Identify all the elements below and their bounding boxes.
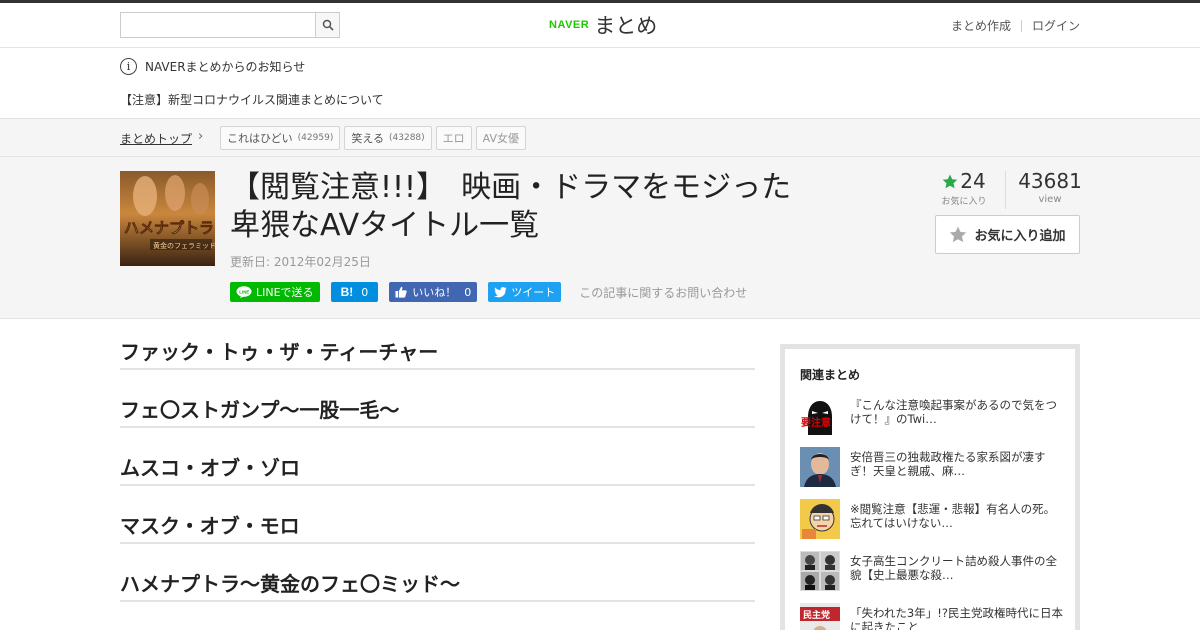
create-matome-link[interactable]: まとめ作成 [951, 17, 1011, 34]
star-outline-icon [950, 226, 967, 243]
tag-list: これはひどい (42959) 笑える (43288) エロ AV女優 [220, 126, 527, 150]
hatena-count: 0 [361, 285, 369, 299]
thumbnail-subtitle: 黄金のフェラミッド [153, 241, 215, 250]
heading-text: ハメナプトラ～黄金のフェ〇ミッド～ [120, 572, 755, 602]
tag-label: AV女優 [482, 132, 520, 145]
heading-text: ムスコ・オブ・ゾロ [120, 456, 755, 486]
heading-text: フェ〇ストガンプ～一股一毛～ [120, 398, 755, 428]
tag-korehahidoi[interactable]: これはひどい (42959) [220, 126, 341, 150]
related-title: 「失われた3年」!?民主党政権時代に日本に起きたこと [850, 606, 1063, 630]
tag-label: これはひどい [227, 132, 293, 145]
search-input[interactable] [121, 13, 316, 37]
sidebar-title: 関連まとめ [800, 368, 861, 382]
section-heading: フェ〇ストガンプ～一股一毛～ [120, 398, 755, 456]
favorites-label: お気に入り [941, 197, 987, 207]
tag-av-joyu[interactable]: AV女優 [475, 126, 527, 150]
heading-text: ファック・トゥ・ザ・ティーチャー [120, 340, 755, 370]
breadcrumb: まとめトップ › これはひどい (42959) 笑える (43288) エロ AV女… [0, 119, 1200, 157]
hatena-bookmark-button[interactable]: B! 0 [330, 282, 379, 302]
notice-header: i NAVERまとめからのお知らせ [120, 58, 305, 75]
views-stat: 43681 view [1014, 169, 1086, 205]
contact-link[interactable]: この記事に関するお問い合わせ [579, 284, 747, 301]
logo-brand: NAVER [549, 19, 590, 31]
stats-divider [1005, 171, 1006, 209]
star-icon [942, 174, 958, 188]
related-item[interactable]: 安倍晋三の独裁政権たる家系図が凄すぎ！天皇と親戚、麻… [800, 447, 1065, 489]
related-title: 『こんな注意喚起事案があるので気をつけて！』のTwi… [850, 398, 1057, 426]
related-title: 安倍晋三の独裁政権たる家系図が凄すぎ！天皇と親戚、麻… [850, 450, 1046, 478]
updated-date: 更新日: 2012年02月25日 [230, 255, 371, 269]
article-header-band: まとめトップ › これはひどい (42959) 笑える (43288) エロ AV女… [0, 118, 1200, 319]
line-share-label: LINEで送る [256, 286, 314, 299]
favorites-stat: 24 お気に入り [939, 169, 989, 207]
page-title: 【閲覧注意!!!】 映画・ドラマをモジった 卑猥なAVタイトル一覧 [230, 169, 870, 245]
title-line-1: 【閲覧注意!!!】 映画・ドラマをモジった [230, 170, 792, 205]
notice-title: NAVERまとめからのお知らせ [145, 60, 306, 74]
search-button[interactable] [315, 13, 339, 37]
notice-section: i NAVERまとめからのお知らせ 【注意】新型コロナウイルス関連まとめについて [0, 48, 1200, 118]
warning-badge: 要注意 [801, 416, 831, 429]
section-heading: ムスコ・オブ・ゾロ [120, 456, 755, 514]
party-badge: 民主党 [803, 609, 830, 621]
related-item[interactable]: 民主党 「失われた3年」!?民主党政権時代に日本に起きたこと [800, 603, 1065, 630]
related-matome-sidebar: 関連まとめ 要注意 『こんな注意喚起事案があるので気をつけて！』のTwi… 安倍… [780, 344, 1080, 630]
section-heading: ファック・トゥ・ザ・ティーチャー [120, 340, 755, 398]
section-heading: マスク・オブ・モロ [120, 514, 755, 572]
related-item[interactable]: ※閲覧注意【悲運・悲報】有名人の死。忘れてはいけない… [800, 499, 1065, 541]
header-nav: まとめ作成 ログイン [951, 17, 1080, 34]
article-body: ファック・トゥ・ザ・ティーチャー フェ〇ストガンプ～一股一毛～ ムスコ・オブ・ゾ… [120, 340, 755, 630]
related-title: 女子高生コンクリート詰め殺人事件の全貌【史上最悪な殺… [850, 554, 1057, 582]
tweet-button[interactable]: ツイート [488, 282, 562, 302]
facebook-like-count: 0 [464, 285, 472, 299]
notice-link[interactable]: 【注意】新型コロナウイルス関連まとめについて [120, 91, 384, 108]
related-item[interactable]: 女子高生コンクリート詰め殺人事件の全貌【史上最悪な殺… [800, 551, 1065, 593]
tweet-label: ツイート [511, 286, 556, 299]
site-header: NAVER まとめ まとめ作成 ログイン [0, 3, 1200, 48]
thumbs-up-icon [395, 286, 407, 298]
tag-waraeru[interactable]: 笑える (43288) [344, 126, 432, 150]
breadcrumb-top-link[interactable]: まとめトップ [120, 130, 192, 147]
heading-text: マスク・オブ・モロ [120, 514, 755, 544]
add-favorite-label: お気に入り追加 [974, 229, 1066, 244]
related-item[interactable]: 要注意 『こんな注意喚起事案があるので気をつけて！』のTwi… [800, 395, 1065, 437]
add-favorite-button[interactable]: お気に入り追加 [935, 215, 1080, 254]
tag-label: 笑える [351, 132, 384, 145]
tag-label: エロ [442, 132, 465, 145]
related-title: ※閲覧注意【悲運・悲報】有名人の死。忘れてはいけない… [850, 502, 1056, 530]
section-heading: ハメナプトラ～黄金のフェ〇ミッド～ [120, 572, 755, 630]
svg-text:LINE: LINE [239, 289, 249, 294]
line-share-button[interactable]: LINE LINEで送る [230, 282, 320, 302]
title-line-2: 卑猥なAVタイトル一覧 [230, 208, 540, 243]
related-thumbnail [800, 551, 840, 591]
share-bar: LINE LINEで送る B! 0 いいね！ 0 ツイート この記事に関するお問… [230, 282, 747, 302]
thumbnail-title: ハメナプトラ [124, 219, 214, 237]
tag-count: (42959) [297, 133, 334, 143]
twitter-bird-icon [494, 286, 507, 297]
article-thumbnail[interactable]: ハメナプトラ 黄金のフェラミッド [120, 171, 215, 266]
site-logo[interactable]: NAVER まとめ [549, 11, 657, 39]
views-count: 43681 [1018, 169, 1082, 193]
related-thumbnail [800, 447, 840, 487]
facebook-like-button[interactable]: いいね！ 0 [389, 282, 478, 302]
search-icon [322, 19, 334, 31]
chevron-right-icon: › [198, 129, 204, 144]
hatena-icon: B! [340, 285, 354, 299]
info-icon: i [120, 58, 137, 75]
search-box [120, 12, 340, 38]
tag-ero[interactable]: エロ [435, 126, 472, 150]
line-icon: LINE [236, 286, 252, 298]
related-thumbnail: 民主党 [800, 603, 840, 630]
tag-count: (43288) [389, 133, 425, 143]
favorites-count: 24 [960, 169, 986, 193]
nav-divider [1020, 19, 1022, 32]
facebook-like-label: いいね！ [412, 286, 457, 299]
logo-name: まとめ [594, 14, 658, 38]
related-thumbnail [800, 499, 840, 539]
related-thumbnail: 要注意 [800, 395, 840, 435]
login-link[interactable]: ログイン [1032, 17, 1080, 34]
views-label: view [1038, 194, 1062, 205]
